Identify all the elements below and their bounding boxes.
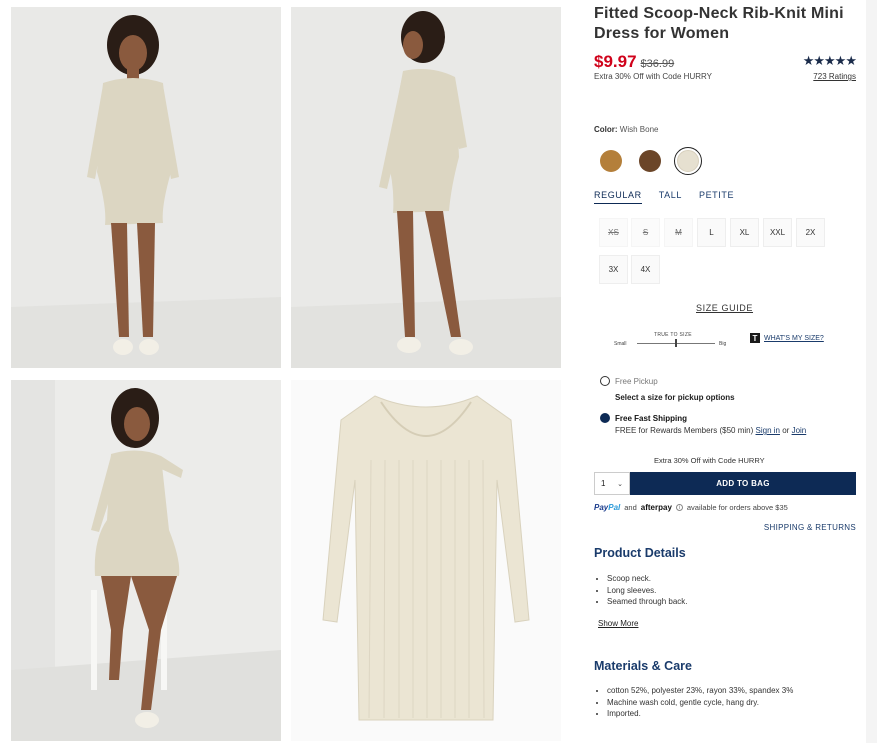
shipping-radio[interactable] (600, 413, 610, 423)
pickup-sub: Select a size for pickup options (615, 393, 735, 402)
paypal-logo: PayPal (594, 503, 621, 512)
true-to-size-label: TRUE TO SIZE (654, 332, 692, 338)
payment-options: PayPal and afterpay i available for orde… (594, 503, 788, 512)
list-item: Machine wash cold, gentle cycle, hang dr… (607, 697, 793, 709)
list-item: Imported. (607, 708, 793, 720)
materials-care-list: cotton 52%, polyester 23%, rayon 33%, sp… (607, 685, 793, 720)
original-price: $36.99 (640, 58, 675, 70)
fit-tab-regular[interactable]: REGULAR (594, 190, 642, 204)
shipping-label: Free Fast Shipping (615, 413, 688, 423)
size-3x[interactable]: 3X (599, 255, 628, 284)
true-to-size-meter: TRUE TO SIZE Small Big (614, 332, 734, 352)
whats-my-size-link[interactable]: WHAT'S MY SIZE? (764, 335, 824, 342)
size-marker (675, 339, 677, 347)
scrollbar[interactable] (866, 0, 877, 743)
product-details-list: Scoop neck. Long sleeves. Seamed through… (607, 573, 688, 608)
list-item: Scoop neck. (607, 573, 688, 585)
true-fit-icon: T (750, 333, 760, 343)
product-photo-front[interactable] (11, 7, 281, 368)
fit-tab-tall[interactable]: TALL (659, 190, 682, 204)
afterpay-logo: afterpay (640, 503, 672, 512)
product-photo-back[interactable] (291, 7, 561, 368)
promo-text: Extra 30% Off with Code HURRY (594, 72, 712, 81)
product-title: Fitted Scoop-Neck Rib-Knit Mini Dress fo… (594, 5, 844, 42)
pickup-label: Free Pickup (615, 376, 658, 386)
model-front-image (11, 7, 281, 368)
color-value: Wish Bone (619, 125, 659, 134)
bag-promo: Extra 30% Off with Code HURRY (654, 456, 765, 465)
quantity-select[interactable]: 1 ⌄ (594, 472, 630, 495)
size-xl[interactable]: XL (730, 218, 759, 247)
shipping-sub: FREE for Rewards Members ($50 min) Sign … (615, 426, 807, 435)
sale-price: $9.97 (594, 52, 637, 71)
product-details-title: Product Details (594, 546, 686, 560)
list-item: Long sleeves. (607, 585, 688, 597)
ratings-count-link[interactable]: 723 Ratings (803, 72, 856, 81)
afterpay-note: available for orders above $35 (686, 503, 788, 512)
whats-my-size[interactable]: T WHAT'S MY SIZE? (750, 333, 824, 343)
fit-tabs: REGULAR TALL PETITE (594, 190, 734, 204)
info-icon[interactable]: i (675, 504, 683, 511)
shipping-returns-link[interactable]: SHIPPING & RETURNS (764, 523, 856, 532)
size-l[interactable]: L (697, 218, 726, 247)
rating[interactable]: ★★★★★ 723 Ratings (802, 52, 857, 81)
shipping-option[interactable]: Free Fast Shipping (600, 413, 687, 423)
model-back-image (291, 7, 561, 368)
fit-tab-petite[interactable]: PETITE (699, 190, 734, 204)
swatch-wish-bone[interactable] (674, 147, 702, 175)
join-link[interactable]: Join (792, 426, 807, 435)
list-item: Seamed through back. (607, 596, 688, 608)
pickup-radio[interactable] (600, 376, 610, 386)
add-to-bag-button[interactable]: ADD TO BAG (630, 472, 856, 495)
product-gallery (11, 7, 562, 741)
size-xxl[interactable]: XXL (763, 218, 792, 247)
size-m[interactable]: M (664, 218, 693, 247)
color-label: Color: Wish Bone (594, 125, 659, 134)
model-seated-image (11, 380, 281, 741)
small-label: Small (614, 341, 627, 347)
swatch-brown[interactable] (639, 150, 661, 172)
dress-flat-image (291, 380, 561, 741)
size-guide-link[interactable]: SIZE GUIDE (696, 303, 753, 313)
materials-care-title: Materials & Care (594, 659, 692, 673)
size-2x[interactable]: 2X (796, 218, 825, 247)
size-4x[interactable]: 4X (631, 255, 660, 284)
chevron-down-icon: ⌄ (617, 480, 623, 488)
color-swatches (600, 147, 702, 175)
show-more-link[interactable]: Show More (598, 619, 638, 628)
big-label: Big (719, 341, 727, 347)
star-rating-icon: ★★★★★ (802, 53, 857, 68)
sign-in-link[interactable]: Sign in (756, 426, 780, 435)
size-xs[interactable]: XS (599, 218, 628, 247)
list-item: cotton 52%, polyester 23%, rayon 33%, sp… (607, 685, 793, 697)
product-photo-flat[interactable] (291, 380, 561, 741)
swatch-tan[interactable] (600, 150, 622, 172)
price-row: $9.97 $36.99 (594, 52, 674, 72)
pickup-option[interactable]: Free Pickup (600, 376, 658, 386)
size-s[interactable]: S (631, 218, 660, 247)
product-photo-seated[interactable] (11, 380, 281, 741)
